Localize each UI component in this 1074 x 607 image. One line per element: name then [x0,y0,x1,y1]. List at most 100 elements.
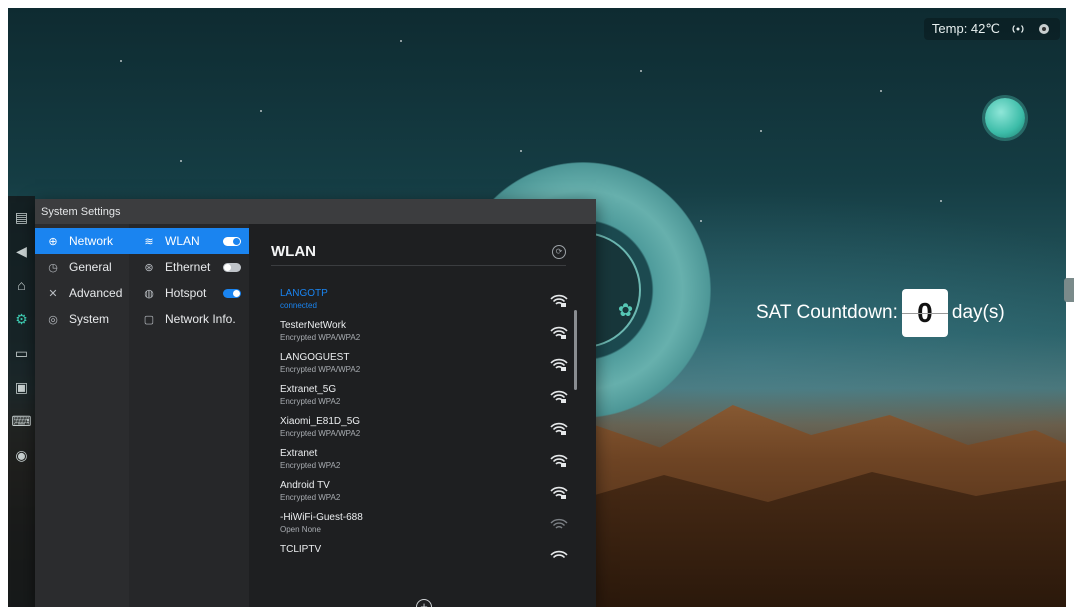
network-status: Open None [280,525,321,534]
category-column: ⊕ Network ◷ General ✕ Advanced ◎ System [35,224,129,607]
network-status: connected [280,301,317,310]
hotspot-icon: ◍ [144,287,154,300]
wifi-network-row[interactable]: TesterNetWork Encrypted WPA/WPA2 [280,318,570,350]
category-general[interactable]: ◷ General [35,254,129,280]
network-name: Xiaomi_E81D_5G [280,416,361,427]
refresh-icon[interactable]: ⟳ [552,244,566,259]
settings-title: System Settings [41,205,121,218]
settings-titlebar: System Settings [35,199,596,224]
submenu-ethernet[interactable]: ⊛ Ethernet [129,254,249,280]
star [180,160,182,162]
network-name: LANGOGUEST [280,352,350,363]
star [760,130,762,132]
network-name: TesterNetWork [280,320,346,331]
floating-assistant-ball[interactable] [985,98,1025,138]
broadcast-icon[interactable] [1010,21,1026,37]
wifi-locked-icon [550,294,568,307]
network-name: Extranet_5G [280,384,337,395]
star [120,60,122,62]
network-icon: ⊕ [48,235,58,248]
network-status: Encrypted WPA2 [280,461,341,470]
apps-grid-icon[interactable]: ✿ [618,300,638,320]
sat-countdown-widget: SAT Countdown: 0 day(s) [756,288,1005,338]
apps-icon[interactable]: ▤ [8,200,35,234]
wifi-network-row[interactable]: -HiWiFi-Guest-688 Open None [280,510,570,542]
network-status: Encrypted WPA2 [280,397,341,406]
temperature-label: Temp: 42℃ [931,21,1000,36]
wifi-network-list: LANGOTP connected TesterNetWork Encrypted … [280,286,570,574]
countdown-value: 0 [917,297,933,328]
submenu-network-info[interactable]: ▢ Network Info. [129,306,249,332]
wifi-locked-icon [550,550,568,559]
network-status: Encrypted WPA2 [280,493,341,502]
add-network-button[interactable]: + [416,599,432,607]
star [400,40,402,42]
star [260,110,262,112]
keyboard-icon[interactable]: ⌨ [8,404,35,438]
wifi-weak-icon [550,518,568,529]
wifi-network-row[interactable]: TCLIPTV [280,542,570,574]
wlan-panel: WLAN ⟳ LANGOTP connected TesterNetWork Enc… [249,224,596,607]
folder-icon[interactable]: ▭ [8,336,35,370]
wlan-header: WLAN ⟳ [271,238,566,266]
submenu-wlan[interactable]: ≋ WLAN [129,228,249,254]
star [520,150,522,152]
system-settings-window: System Settings ⊕ Network ◷ General ✕ Ad… [35,199,596,607]
power-icon[interactable]: ◉ [8,438,35,472]
home-icon[interactable]: ⌂ [8,268,35,302]
category-advanced[interactable]: ✕ Advanced [35,280,129,306]
wifi-network-row[interactable]: Extranet Encrypted WPA2 [280,446,570,478]
clock-icon: ◷ [48,261,58,274]
network-submenu: ≋ WLAN ⊛ Ethernet ◍ Hotspot ▢ Network In… [129,224,249,607]
wlan-title: WLAN [271,243,316,260]
wifi-network-row[interactable]: LANGOTP connected [280,286,570,318]
screen-border [0,0,8,607]
hotspot-toggle[interactable] [223,288,241,298]
network-status: Encrypted WPA/WPA2 [280,429,361,438]
wifi-network-row[interactable]: Extranet_5G Encrypted WPA2 [280,382,570,414]
countdown-flip-digit: 0 [901,289,948,337]
countdown-suffix: day(s) [951,302,1005,323]
ethernet-icon: ⊛ [144,261,154,274]
wifi-locked-icon [550,422,568,435]
wifi-network-row[interactable]: Xiaomi_E81D_5G Encrypted WPA/WPA2 [280,414,570,446]
category-network[interactable]: ⊕ Network [35,228,129,254]
star [940,200,942,202]
submenu-hotspot[interactable]: ◍ Hotspot [129,280,249,306]
wifi-locked-icon [550,454,568,467]
tools-icon: ✕ [48,287,58,300]
wifi-locked-icon [550,358,568,371]
settings-icon[interactable]: ⚙ [8,302,35,336]
info-icon: ▢ [143,313,155,326]
screen-border [0,0,1074,8]
network-name: LANGOTP [280,288,328,299]
ethernet-toggle[interactable] [223,262,241,272]
network-name: Android TV [280,480,330,491]
network-status: Encrypted WPA/WPA2 [280,365,361,374]
status-bar: Temp: 42℃ [923,18,1060,40]
star [700,220,702,222]
network-name: -HiWiFi-Guest-688 [280,512,363,523]
back-icon[interactable]: ◀ [8,234,35,268]
network-list-scrollbar[interactable] [574,310,577,390]
wifi-icon: ≋ [144,235,154,248]
wifi-network-row[interactable]: Android TV Encrypted WPA2 [280,478,570,510]
category-label: Network [69,234,114,248]
side-toolbar-handle[interactable] [1064,278,1074,302]
screen-icon[interactable]: ▣ [8,370,35,404]
submenu-label: WLAN [165,234,200,248]
screen-border [1066,0,1074,607]
submenu-label: Network Info. [165,312,236,326]
category-label: Advanced [69,286,123,300]
category-system[interactable]: ◎ System [35,306,129,332]
network-name: Extranet [280,448,318,459]
wlan-toggle[interactable] [223,236,241,246]
wifi-network-row[interactable]: LANGOGUEST Encrypted WPA/WPA2 [280,350,570,382]
wifi-locked-icon [550,390,568,403]
category-label: System [69,312,110,326]
submenu-label: Hotspot [165,286,207,300]
record-icon[interactable] [1036,21,1052,37]
wifi-locked-icon [550,486,568,499]
category-label: General [69,260,112,274]
system-icon: ◎ [48,313,58,326]
